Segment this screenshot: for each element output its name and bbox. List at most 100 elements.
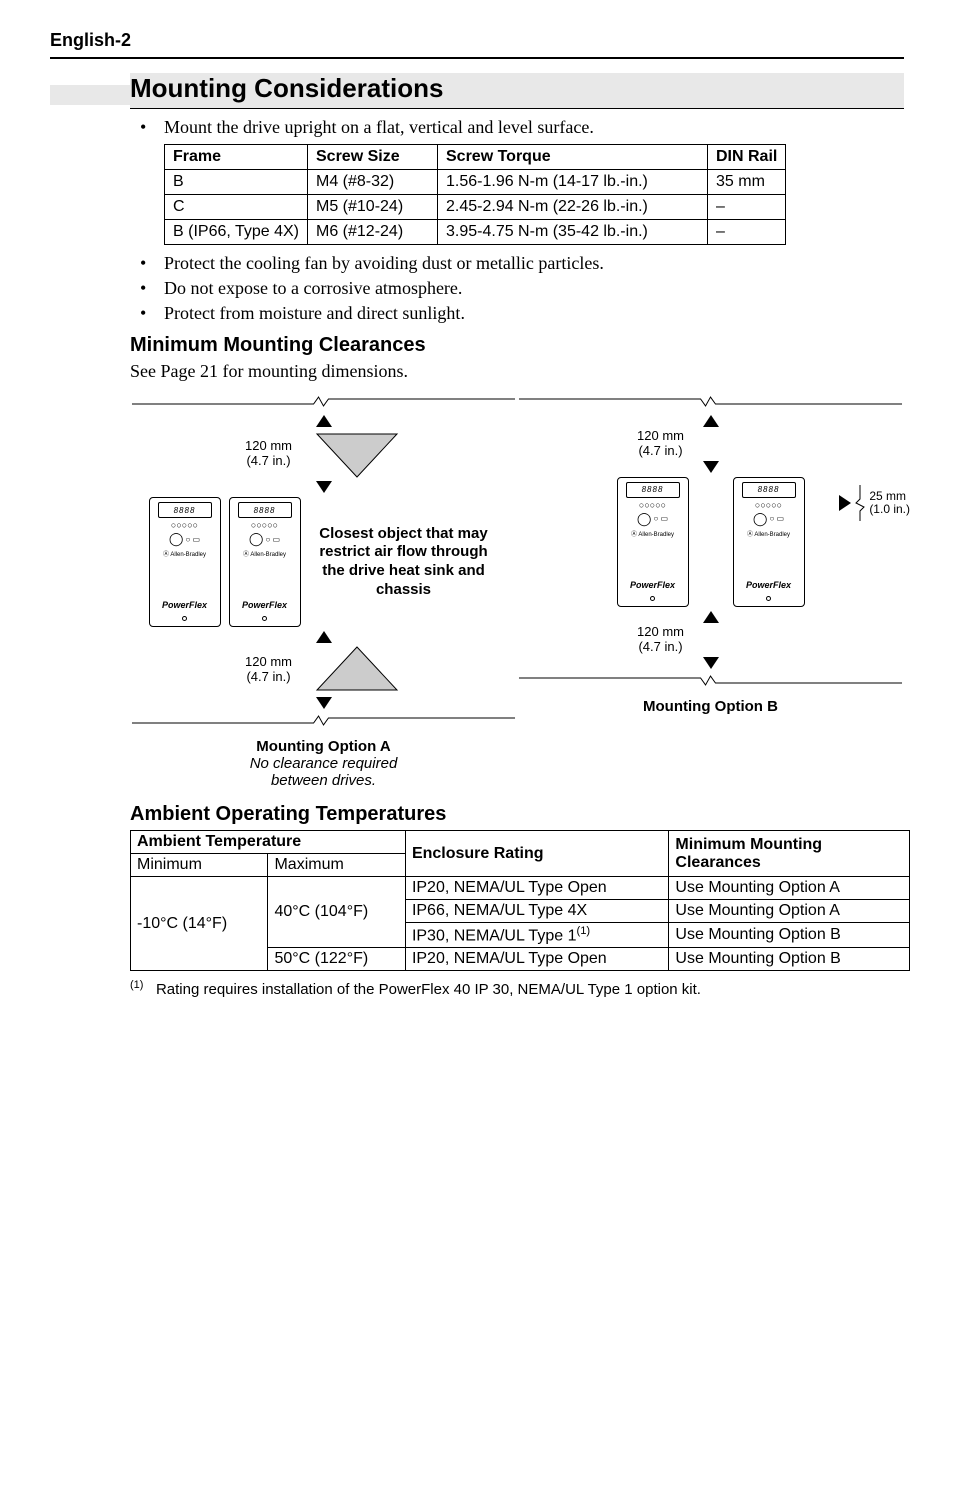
- diagram-option-b: 120 mm (4.7 in.) 25 mm (1.0 in.) 8888 ○○…: [517, 392, 904, 789]
- clearance-diagram: 120 mm (4.7 in.) 8888 ○○○○○ ◯○ ▭ Ⓐ Allen…: [130, 392, 904, 789]
- subsection-ambient: Ambient Operating Temperatures: [130, 803, 904, 826]
- drive-indicators-icon: ○○○○○: [171, 520, 198, 530]
- cell: M4 (#8-32): [308, 170, 438, 195]
- drive-display: 8888: [742, 482, 796, 498]
- drive-unit-icon: 8888 ○○○○○ ◯○ ▭ Ⓐ Allen-Bradley PowerFle…: [617, 477, 689, 607]
- cell: Use Mounting Option A: [669, 877, 910, 900]
- mount-hole-icon: [182, 616, 187, 621]
- drive-indicators-icon: ○○○○○: [639, 500, 666, 510]
- drive-unit-icon: 8888 ○○○○○ ◯○ ▭ Ⓐ Allen-Bradley PowerFle…: [733, 477, 805, 607]
- table-row: -10°C (14°F) 40°C (104°F) IP20, NEMA/UL …: [131, 877, 910, 900]
- mount-hole-icon: [650, 596, 655, 601]
- drive-brand: Ⓐ Allen-Bradley: [747, 529, 790, 538]
- cell: IP66, NEMA/UL Type 4X: [405, 900, 668, 923]
- body-text: See Page 21 for mounting dimensions.: [130, 361, 904, 382]
- arrow-down-icon: [703, 657, 719, 669]
- drive-display: 8888: [238, 502, 292, 518]
- arrow-right-icon: [839, 495, 851, 511]
- th-clearances: Minimum Mounting Clearances: [669, 831, 910, 877]
- footnote: (1) Rating requires installation of the …: [130, 979, 904, 998]
- bullet-list-top: Mount the drive upright on a flat, verti…: [140, 117, 904, 138]
- cell: Use Mounting Option B: [669, 948, 910, 971]
- break-line-icon: [517, 394, 904, 408]
- bullet-item: Protect from moisture and direct sunligh…: [140, 303, 904, 324]
- break-line-icon: [855, 485, 865, 521]
- obstruction-icon: [312, 429, 402, 479]
- break-line-icon: [130, 394, 517, 408]
- cell: IP20, NEMA/UL Type Open: [405, 948, 668, 971]
- dimension-label: 120 mm (4.7 in.): [245, 655, 292, 685]
- arrow-up-icon: [316, 631, 332, 643]
- th-screw-size: Screw Size: [308, 145, 438, 170]
- drive-dial-icon: ◯○ ▭: [637, 511, 668, 527]
- cell-max: 50°C (122°F): [268, 948, 405, 971]
- ambient-table: Ambient Temperature Enclosure Rating Min…: [130, 830, 910, 971]
- dimension-label: 120 mm (4.7 in.): [637, 625, 684, 655]
- drive-display: 8888: [626, 482, 680, 498]
- mount-hole-icon: [766, 596, 771, 601]
- drive-indicators-icon: ○○○○○: [251, 520, 278, 530]
- cell: B (IP66, Type 4X): [165, 220, 308, 245]
- cell: Use Mounting Option B: [669, 923, 910, 948]
- bullet-item: Do not expose to a corrosive atmosphere.: [140, 278, 904, 299]
- th-screw-torque: Screw Torque: [438, 145, 708, 170]
- drive-series: PowerFlex: [242, 600, 287, 610]
- caption-line: between drives.: [130, 772, 517, 789]
- footnote-text: Rating requires installation of the Powe…: [156, 981, 701, 998]
- subsection-clearances: Minimum Mounting Clearances: [130, 334, 904, 357]
- cell: –: [708, 220, 786, 245]
- arrow-up-icon: [703, 611, 719, 623]
- caption-option-b: Mounting Option B: [517, 698, 904, 749]
- section-title: Mounting Considerations: [130, 73, 904, 109]
- screw-table: Frame Screw Size Screw Torque DIN Rail B…: [164, 144, 786, 245]
- th-min: Minimum: [131, 854, 268, 877]
- footnote-ref: (1): [576, 925, 590, 937]
- drive-unit-icon: 8888 ○○○○○ ◯○ ▭ Ⓐ Allen-Bradley PowerFle…: [229, 497, 301, 627]
- mount-hole-icon: [262, 616, 267, 621]
- dimension-label: 25 mm (1.0 in.): [869, 490, 910, 516]
- arrow-down-icon: [316, 481, 332, 493]
- obstruction-icon: [312, 645, 402, 695]
- th-ambient: Ambient Temperature: [131, 831, 406, 854]
- arrow-down-icon: [703, 461, 719, 473]
- drive-series: PowerFlex: [746, 580, 791, 590]
- arrow-up-icon: [703, 415, 719, 427]
- arrow-up-icon: [316, 415, 332, 427]
- caption-option-a: Mounting Option A No clearance required …: [130, 738, 517, 789]
- drive-dial-icon: ◯○ ▭: [249, 531, 280, 547]
- th-enclosure: Enclosure Rating: [405, 831, 668, 877]
- cell: –: [708, 195, 786, 220]
- cell: B: [165, 170, 308, 195]
- bullet-item: Protect the cooling fan by avoiding dust…: [140, 253, 904, 274]
- dimension-label: 120 mm (4.7 in.): [245, 439, 292, 469]
- table-row: C M5 (#10-24) 2.45-2.94 N-m (22-26 lb.-i…: [165, 195, 786, 220]
- drive-dial-icon: ◯○ ▭: [169, 531, 200, 547]
- drive-series: PowerFlex: [630, 580, 675, 590]
- dimension-label: 120 mm (4.7 in.): [637, 429, 684, 459]
- drive-brand: Ⓐ Allen-Bradley: [243, 549, 286, 558]
- table-row: B (IP66, Type 4X) M6 (#12-24) 3.95-4.75 …: [165, 220, 786, 245]
- caption-title: Mounting Option B: [517, 698, 904, 715]
- cell: M5 (#10-24): [308, 195, 438, 220]
- drive-series: PowerFlex: [162, 600, 207, 610]
- cell: 1.56-1.96 N-m (14-17 lb.-in.): [438, 170, 708, 195]
- caption-title: Mounting Option A: [130, 738, 517, 755]
- th-din-rail: DIN Rail: [708, 145, 786, 170]
- drive-unit-icon: 8888 ○○○○○ ◯○ ▭ Ⓐ Allen-Bradley PowerFle…: [149, 497, 221, 627]
- cell: 35 mm: [708, 170, 786, 195]
- diagram-center-text: Closest object that may restrict air flo…: [309, 525, 499, 600]
- cell: M6 (#12-24): [308, 220, 438, 245]
- break-line-icon: [130, 713, 517, 727]
- arrow-down-icon: [316, 697, 332, 709]
- bullet-item: Mount the drive upright on a flat, verti…: [140, 117, 904, 138]
- cell: Use Mounting Option A: [669, 900, 910, 923]
- cell: 2.45-2.94 N-m (22-26 lb.-in.): [438, 195, 708, 220]
- th-frame: Frame: [165, 145, 308, 170]
- cell: IP20, NEMA/UL Type Open: [405, 877, 668, 900]
- table-header-row: Frame Screw Size Screw Torque DIN Rail: [165, 145, 786, 170]
- bullet-list-after: Protect the cooling fan by avoiding dust…: [140, 253, 904, 324]
- cell: 3.95-4.75 N-m (35-42 lb.-in.): [438, 220, 708, 245]
- diagram-option-a: 120 mm (4.7 in.) 8888 ○○○○○ ◯○ ▭ Ⓐ Allen…: [130, 392, 517, 789]
- side-dimension: 25 mm (1.0 in.): [839, 485, 910, 521]
- footnote-marker: (1): [130, 979, 143, 991]
